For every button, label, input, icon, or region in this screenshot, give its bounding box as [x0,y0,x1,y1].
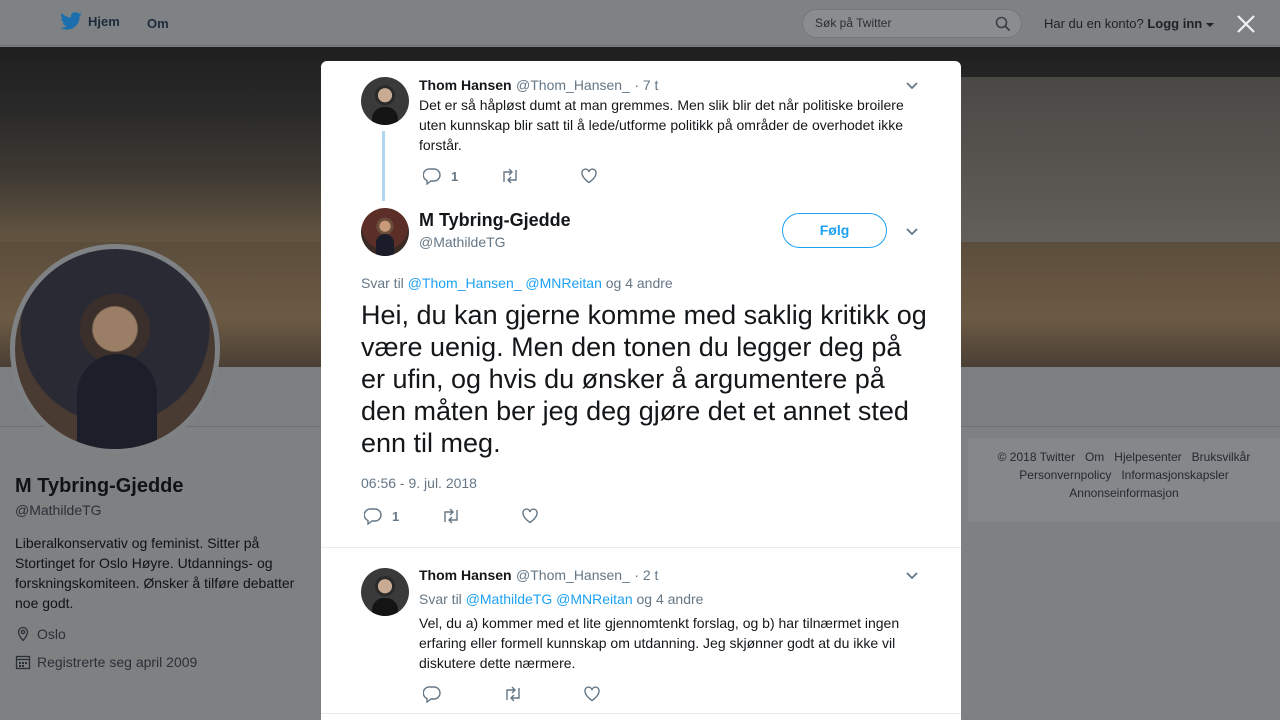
parent-actions: 1 [423,167,598,185]
main-author-name[interactable]: M Tybring-Gjedde [419,210,571,231]
chevron-down-icon[interactable] [1205,22,1214,28]
avatar[interactable] [361,568,409,616]
top-nav: Hjem Om Har du en konto? Logg inn [0,0,1280,46]
nav-home-label: Hjem [88,13,120,29]
reply-button[interactable]: 1 [423,167,458,185]
profile-joined: Registrerte seg april 2009 [15,654,197,670]
reply-button[interactable]: 1 [364,507,399,525]
login-area: Har du en konto? Logg inn [1044,16,1214,31]
twitter-bird-icon [60,12,82,30]
chevron-down-icon[interactable] [904,567,920,583]
profile-location: Oslo [15,626,66,642]
retweet-button[interactable] [503,685,523,703]
divider [321,547,961,548]
reply-icon [423,686,441,703]
mention-link[interactable]: @MNReitan [525,275,601,291]
retweet-button[interactable] [441,507,461,525]
reply-tweet-text: Vel, du a) kommer med et lite gjennomten… [419,615,900,671]
like-icon [584,686,600,702]
calendar-icon [15,655,31,670]
parent-author-name[interactable]: Thom Hansen [419,77,512,93]
footer-terms[interactable]: Bruksvilkår [1192,450,1251,464]
parent-tweet-header: Thom Hansen @Thom_Hansen_ · 7 t [419,77,658,95]
parent-tweet-text: Det er så håpløst dumt at man gremmes. M… [419,97,904,153]
profile-bio: Liberalkonservativ og feminist. Sitter p… [15,535,295,611]
reply-tweet-header: Thom Hansen @Thom_Hansen_ · 2 t [419,567,658,585]
banner-wall [960,77,1280,267]
parent-time[interactable]: · 7 t [634,77,658,93]
reply-prefix: Svar til [419,591,462,607]
account-prompt: Har du en konto? [1044,16,1144,31]
reply-icon [364,508,382,525]
profile-avatar[interactable] [10,244,220,454]
joined-text: Registrerte seg april 2009 [37,654,198,670]
footer-ads-info[interactable]: Annonseinformasjon [1069,486,1178,500]
footer-links: © 2018 Twitter Om Hjelpesenter Bruksvilkår … [968,438,1280,522]
chevron-down-icon[interactable] [904,223,920,239]
main-actions: 1 [364,507,539,525]
nav-home[interactable]: Hjem [60,12,120,30]
main-reply-to: Svar til @Thom_Hansen_ @MNReitan og 4 an… [361,275,673,291]
reply-author-handle[interactable]: @Thom_Hansen_ [516,567,630,583]
reply-time[interactable]: · 2 t [634,567,658,583]
follow-button[interactable]: Følg [782,213,887,248]
reply-count: 1 [392,508,400,524]
parent-author-handle[interactable]: @Thom_Hansen_ [516,77,630,93]
reply-reply-to: Svar til @MathildeTG @MNReitan og 4 andr… [419,591,703,607]
retweet-icon [503,168,517,184]
mention-link[interactable]: @MathildeTG [466,591,553,607]
main-tweet-timestamp[interactable]: 06:56 - 9. jul. 2018 [361,475,477,491]
search-input[interactable] [815,16,985,30]
like-icon [522,508,538,524]
reply-actions [423,685,601,703]
nav-about[interactable]: Om [147,16,169,31]
reply-prefix: Svar til [361,275,404,291]
location-icon [17,626,29,642]
reply-count: 1 [451,168,459,184]
mention-link[interactable]: @Thom_Hansen_ [408,275,522,291]
like-button[interactable] [583,685,601,703]
main-tweet-text: Hei, du kan gjerne komme med saklig krit… [361,300,927,458]
footer-cookies[interactable]: Informasjonskapsler [1121,468,1228,482]
main-author-handle[interactable]: @MathildeTG [419,234,506,250]
footer-help[interactable]: Hjelpesenter [1114,450,1181,464]
close-icon[interactable] [1234,12,1258,36]
profile-name[interactable]: M Tybring-Gjedde [15,475,184,498]
profile-handle[interactable]: @MathildeTG [15,502,102,518]
reply-suffix[interactable]: og 4 andre [606,275,673,291]
retweet-icon [444,508,458,524]
search-icon[interactable] [995,16,1011,32]
retweet-icon [506,686,520,702]
login-link[interactable]: Logg inn [1147,16,1202,31]
avatar[interactable] [361,208,409,256]
footer-privacy[interactable]: Personvernpolicy [1019,468,1111,482]
reply-author-name[interactable]: Thom Hansen [419,567,512,583]
retweet-button[interactable] [500,167,520,185]
thread-line [382,131,385,201]
reply-button[interactable] [423,685,441,703]
footer-about[interactable]: Om [1085,450,1104,464]
reply-suffix[interactable]: og 4 andre [637,591,704,607]
mention-link[interactable]: @MNReitan [556,591,632,607]
tweet-modal: Thom Hansen @Thom_Hansen_ · 7 t Det er s… [321,61,961,720]
location-text: Oslo [37,626,66,642]
reply-icon [423,168,441,185]
chevron-down-icon[interactable] [904,77,920,93]
like-button[interactable] [521,507,539,525]
footer-copyright: © 2018 Twitter [997,450,1075,464]
search-box[interactable] [802,9,1022,38]
like-icon [581,168,597,184]
avatar[interactable] [361,77,409,125]
like-button[interactable] [580,167,598,185]
divider [321,713,961,714]
